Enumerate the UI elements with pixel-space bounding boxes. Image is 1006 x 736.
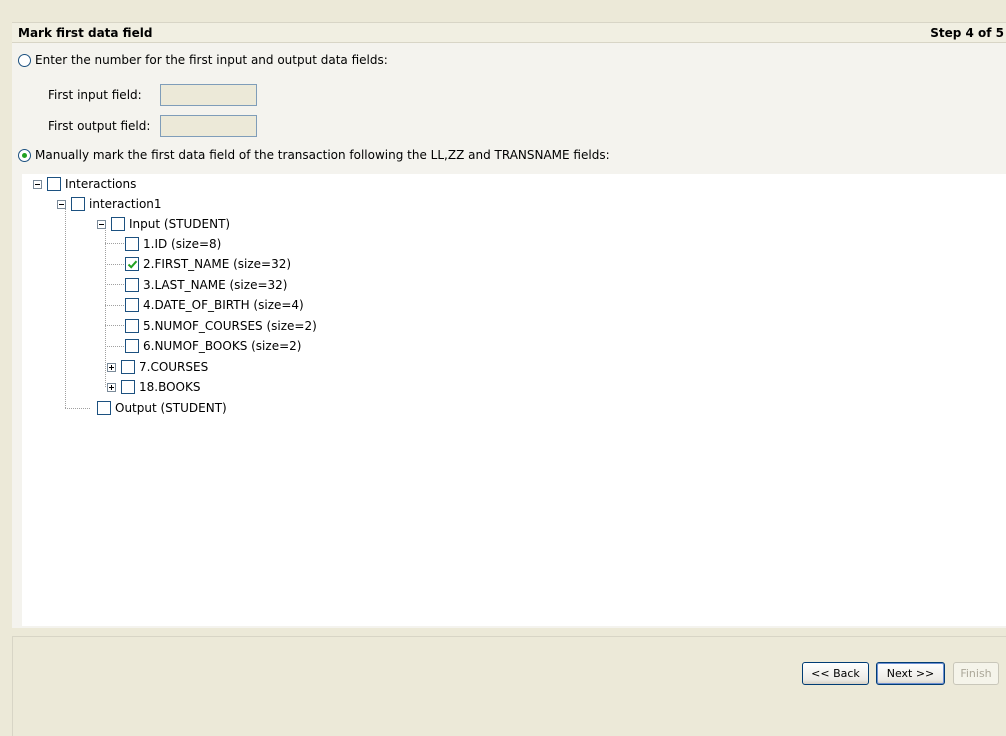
input-checkbox[interactable] — [111, 217, 125, 231]
tree-connector — [105, 264, 124, 265]
field-checkbox[interactable] — [125, 278, 139, 292]
tree-node-label: Output (STUDENT) — [115, 401, 227, 415]
field-checkbox[interactable] — [121, 360, 135, 374]
output-checkbox[interactable] — [97, 401, 111, 415]
tree-node-field[interactable]: 5.NUMOF_COURSES (size=2) — [125, 317, 317, 335]
tree-node-label: 1.ID (size=8) — [143, 237, 222, 251]
checkmark-icon — [127, 260, 137, 269]
tree-node-label: 6.NUMOF_BOOKS (size=2) — [143, 339, 302, 353]
tree-node-input[interactable]: Input (STUDENT) — [97, 215, 230, 233]
collapse-icon[interactable] — [57, 199, 66, 209]
tree-node-label: 5.NUMOF_COURSES (size=2) — [143, 319, 317, 333]
field-checkbox[interactable] — [125, 257, 139, 271]
field-checkbox[interactable] — [125, 319, 139, 333]
field-tree[interactable]: Interactions interaction1 Input (STUDENT… — [22, 174, 1006, 626]
collapse-icon[interactable] — [33, 179, 42, 189]
page-header: Mark first data field Step 4 of 5 — [12, 22, 1006, 43]
tree-connector — [105, 346, 124, 347]
tree-node-field[interactable]: 4.DATE_OF_BIRTH (size=4) — [125, 296, 304, 314]
field-checkbox[interactable] — [125, 237, 139, 251]
tree-node-field[interactable]: 3.LAST_NAME (size=32) — [125, 276, 287, 294]
interactions-checkbox[interactable] — [47, 177, 61, 191]
field-checkbox[interactable] — [125, 298, 139, 312]
tree-node-label: 3.LAST_NAME (size=32) — [143, 278, 288, 292]
tree-node-output[interactable]: Output (STUDENT) — [97, 399, 227, 417]
tree-node-label: 18.BOOKS — [139, 380, 201, 394]
tree-node-label: interaction1 — [89, 197, 162, 211]
expand-icon[interactable] — [107, 382, 116, 392]
tree-node-field[interactable]: 2.FIRST_NAME (size=32) — [125, 255, 291, 273]
back-button[interactable]: << Back — [802, 662, 869, 685]
tree-node-interactions[interactable]: Interactions — [33, 175, 136, 193]
manual-mark-option[interactable]: Manually mark the first data field of th… — [18, 146, 610, 164]
first-input-field[interactable] — [160, 84, 257, 106]
first-output-field[interactable] — [160, 115, 257, 137]
field-checkbox[interactable] — [121, 380, 135, 394]
tree-connector — [105, 325, 124, 326]
interaction1-checkbox[interactable] — [71, 197, 85, 211]
tree-node-courses[interactable]: 7.COURSES — [107, 358, 208, 376]
field-checkbox[interactable] — [125, 339, 139, 353]
enter-number-option[interactable]: Enter the number for the first input and… — [18, 51, 388, 69]
tree-node-label: 4.DATE_OF_BIRTH (size=4) — [143, 298, 304, 312]
first-input-label: First input field: — [48, 88, 142, 102]
tree-connector — [105, 284, 124, 285]
tree-node-books[interactable]: 18.BOOKS — [107, 378, 200, 396]
tree-node-label: 2.FIRST_NAME (size=32) — [143, 257, 292, 271]
tree-node-label: 7.COURSES — [139, 360, 209, 374]
tree-connector — [65, 408, 90, 409]
finish-button[interactable]: Finish — [953, 662, 999, 685]
tree-node-field[interactable]: 1.ID (size=8) — [125, 235, 221, 253]
collapse-icon[interactable] — [97, 219, 106, 229]
tree-node-interaction1[interactable]: interaction1 — [57, 195, 162, 213]
first-output-label: First output field: — [48, 119, 151, 133]
tree-connector — [105, 305, 124, 306]
tree-node-field[interactable]: 6.NUMOF_BOOKS (size=2) — [125, 337, 301, 355]
step-indicator: Step 4 of 5 — [930, 26, 1004, 40]
first-input-row: First input field: — [48, 83, 257, 107]
enter-number-radio[interactable] — [18, 53, 31, 67]
manual-mark-label: Manually mark the first data field of th… — [35, 148, 610, 162]
tree-node-label: Input (STUDENT) — [129, 217, 231, 231]
tree-connector — [105, 243, 124, 244]
first-output-row: First output field: — [48, 114, 257, 138]
button-bar — [12, 636, 1006, 736]
next-button[interactable]: Next >> — [876, 662, 945, 685]
enter-number-label: Enter the number for the first input and… — [35, 53, 388, 67]
tree-connector — [65, 207, 66, 408]
manual-mark-radio[interactable] — [18, 148, 31, 162]
page-title: Mark first data field — [18, 26, 153, 40]
wizard-page: Mark first data field Step 4 of 5 Enter … — [12, 22, 1006, 628]
tree-node-label: Interactions — [65, 177, 137, 191]
expand-icon[interactable] — [107, 362, 116, 372]
tree-connector — [105, 227, 106, 387]
